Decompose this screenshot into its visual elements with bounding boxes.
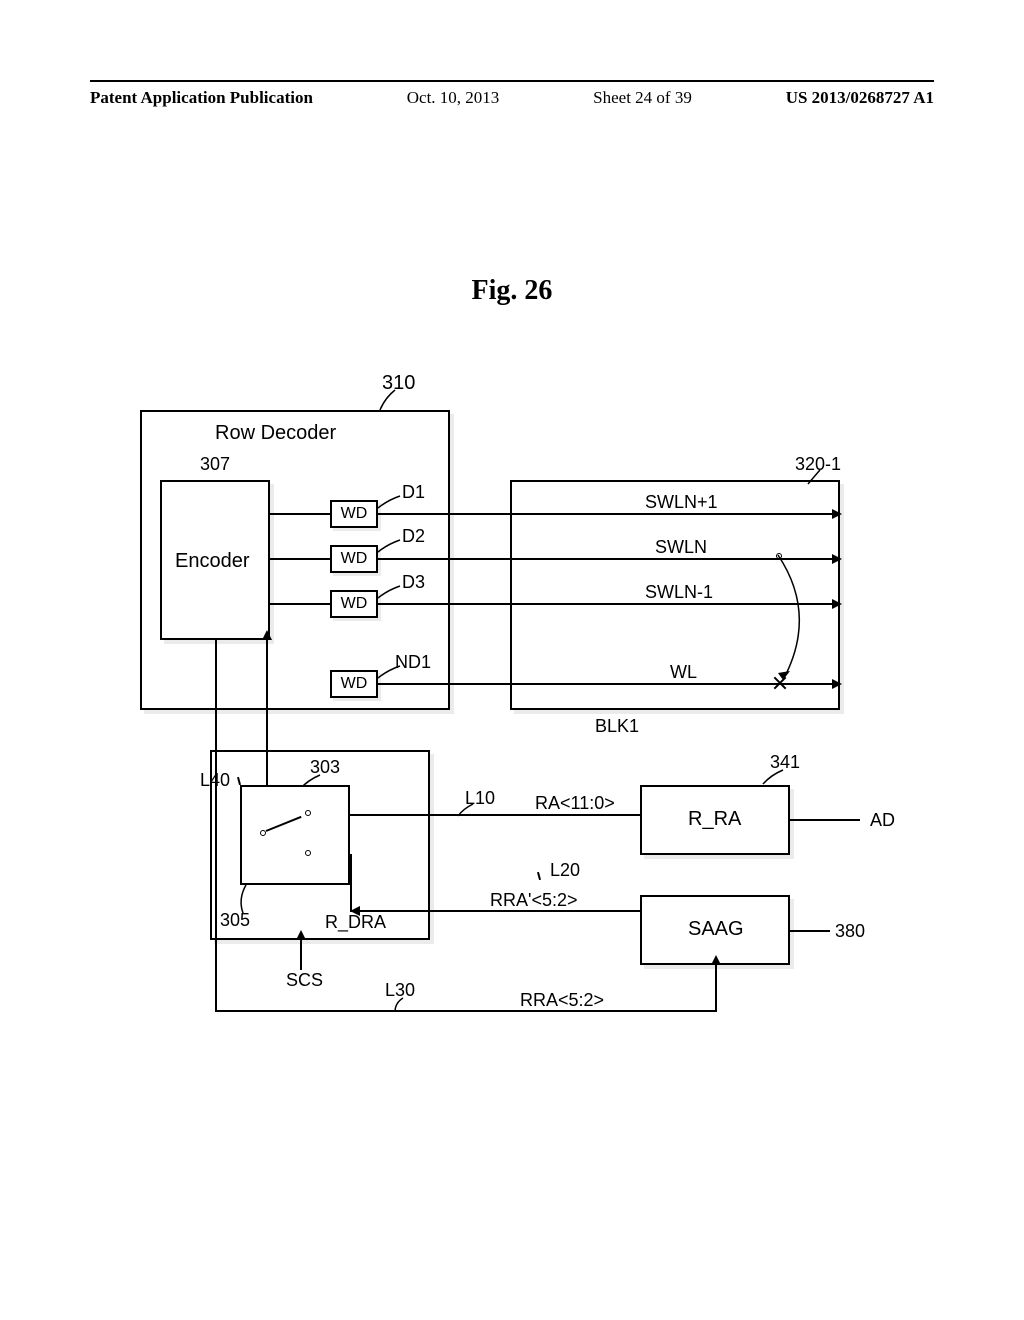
rra-prime-label: RRA'<5:2>: [490, 890, 578, 911]
swln-label: SWLN: [655, 537, 707, 558]
wd-box-1: WD: [330, 500, 378, 528]
header-left: Patent Application Publication: [90, 88, 313, 108]
switch-out-bot: [305, 850, 311, 856]
line-swln: [378, 558, 840, 560]
figure-title: Fig. 26: [0, 275, 1024, 307]
encoder-ref: 307: [200, 454, 230, 475]
l30-h: [215, 1010, 715, 1012]
line-enc-wd2: [270, 558, 330, 560]
header-sheet: Sheet 24 of 39: [593, 88, 692, 108]
l20-tick: [537, 872, 541, 880]
swlnm1-label: SWLN-1: [645, 582, 713, 603]
r-dra-switch: [240, 785, 350, 885]
encoder-title: Encoder: [175, 550, 250, 573]
r-ra-name: R_RA: [688, 808, 741, 831]
line-enc-wd1: [270, 513, 330, 515]
blk1-name: BLK1: [595, 716, 639, 737]
wd-box-3: WD: [330, 590, 378, 618]
wd-ref-d1: D1: [402, 482, 425, 503]
row-decoder-title: Row Decoder: [215, 422, 336, 445]
saag-name: SAAG: [688, 918, 744, 941]
l40-line: [266, 640, 268, 785]
line-swlnm1: [378, 603, 840, 605]
line-enc-wd3: [270, 603, 330, 605]
wl-label: WL: [670, 662, 697, 683]
wd-box-2: WD: [330, 545, 378, 573]
wd-ref-nd1: ND1: [395, 652, 431, 673]
line-wl: [378, 683, 840, 685]
page-header: Patent Application Publication Oct. 10, …: [90, 80, 934, 108]
ra-label: RA<11:0>: [535, 793, 615, 814]
l20-label: L20: [550, 860, 580, 881]
wd-ref-d3: D3: [402, 572, 425, 593]
wd-ref-d2: D2: [402, 526, 425, 547]
r-dra-inner-ref: 305: [220, 910, 250, 931]
header-date: Oct. 10, 2013: [407, 88, 500, 108]
l30-v-right: [715, 965, 717, 1012]
ad-label: AD: [870, 810, 895, 831]
saag-ref-line: [790, 930, 830, 932]
saag-ref: 380: [835, 921, 865, 942]
line-swln1: [378, 513, 840, 515]
wd-box-4: WD: [330, 670, 378, 698]
curve-swln-wl: [778, 555, 838, 690]
rra-label: RRA<5:2>: [520, 990, 604, 1011]
l30-v-left: [215, 640, 217, 1010]
scs-label: SCS: [286, 970, 323, 991]
swln1-label: SWLN+1: [645, 492, 718, 513]
diagram-canvas: Row Decoder 310 Encoder 307 WD WD WD WD …: [140, 350, 900, 1000]
l10-line: [350, 814, 640, 816]
scs-line: [300, 940, 302, 970]
ad-line: [790, 819, 860, 821]
switch-out-top: [305, 810, 311, 816]
l20-line-b: [350, 854, 352, 912]
header-right: US 2013/0268727 A1: [786, 88, 934, 108]
